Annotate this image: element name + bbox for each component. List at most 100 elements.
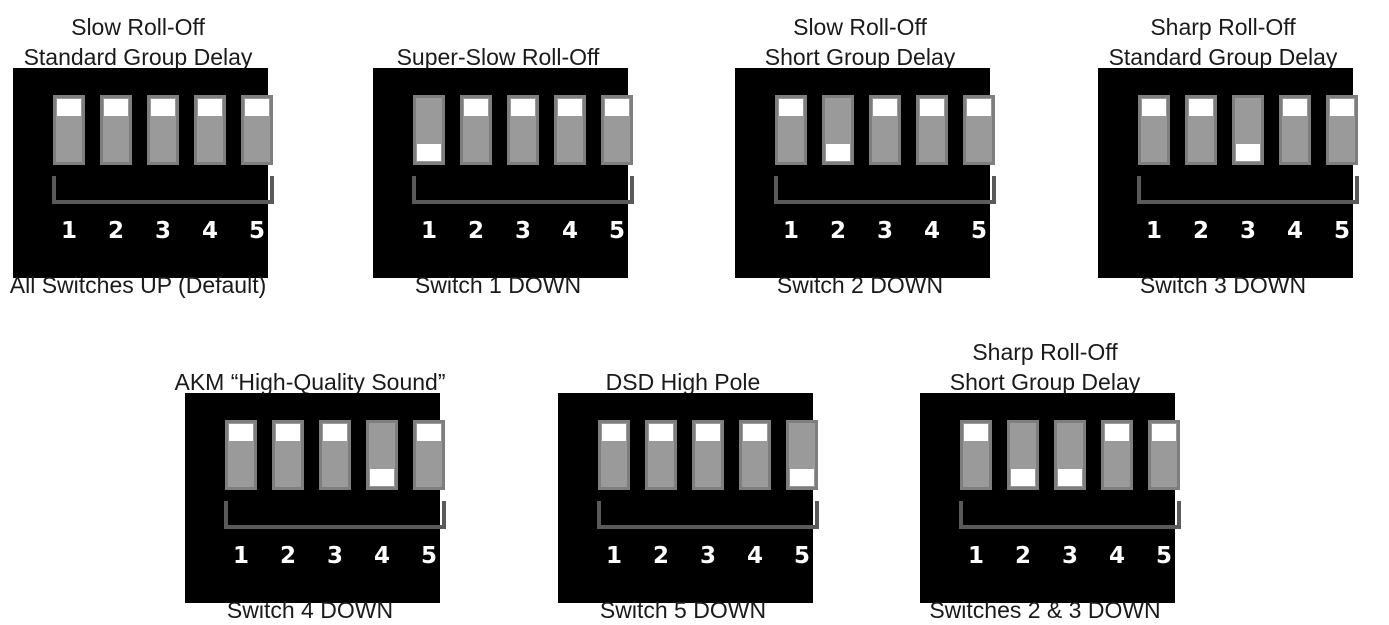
switch-knob-up	[920, 99, 944, 116]
setting-title: Sharp Roll-Off Standard Group Delay	[1053, 12, 1389, 72]
switch-number-label: 1	[420, 218, 437, 244]
dip-switch-5[interactable]	[601, 95, 633, 165]
dip-switch-3[interactable]	[869, 95, 901, 165]
switch-number-label: 1	[967, 543, 984, 569]
switch-number-label: 3	[514, 218, 531, 244]
switch-number-label: 4	[923, 218, 940, 244]
switch-knob-down	[417, 144, 441, 161]
switch-number-label: 2	[652, 543, 669, 569]
dip-switch-5[interactable]	[413, 420, 445, 490]
setting-title-line: Slow Roll-Off	[71, 14, 205, 40]
dip-switch-1[interactable]	[598, 420, 630, 490]
switch-knob-up	[964, 424, 988, 441]
switch-bracket	[412, 176, 634, 204]
dip-switch-1[interactable]	[960, 420, 992, 490]
switch-number-label: 3	[699, 543, 716, 569]
dip-switch-5[interactable]	[241, 95, 273, 165]
dip-switch-block: 1 2 3 4 5	[185, 393, 446, 603]
dip-switch-4[interactable]	[366, 420, 398, 490]
switch-number-label: 5	[608, 218, 625, 244]
switch-knob-up	[1142, 99, 1166, 116]
switch-number-label: 5	[420, 543, 437, 569]
switch-bracket	[224, 501, 446, 529]
switch-knob-up	[743, 424, 767, 441]
switch-number-label: 4	[1286, 218, 1303, 244]
setting-title-line: Sharp Roll-Off	[1150, 14, 1296, 40]
dip-switch-2[interactable]	[645, 420, 677, 490]
switch-knob-up	[323, 424, 347, 441]
switch-knob-up	[967, 99, 991, 116]
dip-switch-5[interactable]	[786, 420, 818, 490]
dip-switch-block: 1 2 3 4 5	[735, 68, 996, 278]
dip-switch-3[interactable]	[507, 95, 539, 165]
dip-switch-5[interactable]	[1326, 95, 1358, 165]
switch-knob-up	[245, 99, 269, 116]
dip-switch-block: 1 2 3 4 5	[13, 68, 274, 278]
switch-knob-up	[1152, 424, 1176, 441]
switch-number-label: 5	[1155, 543, 1172, 569]
dip-switch-5[interactable]	[963, 95, 995, 165]
dip-switch-2[interactable]	[1007, 420, 1039, 490]
switch-knob-up	[873, 99, 897, 116]
switch-knob-up	[602, 424, 626, 441]
switch-knob-up	[464, 99, 488, 116]
setting-title-line: Slow Roll-Off	[793, 14, 927, 40]
switch-knob-down	[826, 144, 850, 161]
switch-number-label: 4	[373, 543, 390, 569]
dip-switch-1[interactable]	[413, 95, 445, 165]
dip-switch-2[interactable]	[1185, 95, 1217, 165]
switch-knob-up	[558, 99, 582, 116]
switch-knob-up	[104, 99, 128, 116]
dip-switch-3[interactable]	[692, 420, 724, 490]
setting-title: Slow Roll-Off Standard Group Delay	[0, 12, 308, 72]
dip-switch-4[interactable]	[739, 420, 771, 490]
setting-title-line: Sharp Roll-Off	[972, 339, 1118, 365]
dip-switch-1[interactable]	[1138, 95, 1170, 165]
switch-knob-up	[779, 99, 803, 116]
switch-number-label: 2	[1014, 543, 1031, 569]
dip-switch-4[interactable]	[1279, 95, 1311, 165]
setting-title: Sharp Roll-Off Short Group Delay	[875, 337, 1215, 397]
switch-number-label: 3	[326, 543, 343, 569]
switch-knob-down	[1058, 469, 1082, 486]
dip-switch-3[interactable]	[319, 420, 351, 490]
switch-bracket	[52, 176, 274, 204]
dip-switch-2[interactable]	[100, 95, 132, 165]
switch-knob-up	[1330, 99, 1354, 116]
dip-switch-5[interactable]	[1148, 420, 1180, 490]
switch-number-label: 1	[60, 218, 77, 244]
switch-bracket	[1137, 176, 1359, 204]
switch-knob-up	[1189, 99, 1213, 116]
switch-number-label: 3	[876, 218, 893, 244]
switch-number-label: 4	[1108, 543, 1125, 569]
dip-switch-2[interactable]	[822, 95, 854, 165]
switch-knob-down	[790, 469, 814, 486]
dip-switch-3[interactable]	[1054, 420, 1086, 490]
switch-number-label: 2	[467, 218, 484, 244]
switch-knob-down	[370, 469, 394, 486]
dip-switch-3[interactable]	[147, 95, 179, 165]
switch-number-label: 5	[1333, 218, 1350, 244]
switch-number-label: 2	[107, 218, 124, 244]
dip-switch-1[interactable]	[53, 95, 85, 165]
dip-switch-1[interactable]	[225, 420, 257, 490]
switch-number-label: 5	[793, 543, 810, 569]
switch-knob-up	[276, 424, 300, 441]
switch-knob-down	[1011, 469, 1035, 486]
switch-knob-up	[198, 99, 222, 116]
dip-switch-4[interactable]	[554, 95, 586, 165]
dip-switch-4[interactable]	[194, 95, 226, 165]
dip-switch-3[interactable]	[1232, 95, 1264, 165]
setting-title: Slow Roll-Off Short Group Delay	[690, 12, 1030, 72]
switch-state-caption: Switch 5 DOWN	[599, 597, 767, 623]
switch-number-label: 3	[1061, 543, 1078, 569]
dip-switch-4[interactable]	[1101, 420, 1133, 490]
dip-switch-4[interactable]	[916, 95, 948, 165]
switch-number-label: 1	[605, 543, 622, 569]
switch-knob-up	[605, 99, 629, 116]
switch-state-caption: Switch 1 DOWN	[414, 272, 582, 298]
dip-switch-2[interactable]	[460, 95, 492, 165]
dip-switch-2[interactable]	[272, 420, 304, 490]
dip-switch-1[interactable]	[775, 95, 807, 165]
switch-knob-up	[57, 99, 81, 116]
